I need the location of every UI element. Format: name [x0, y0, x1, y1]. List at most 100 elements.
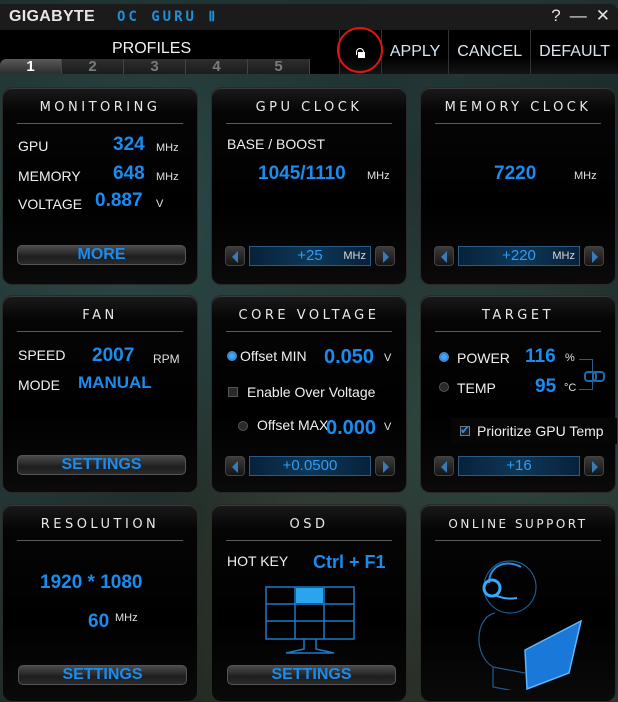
- target-offset-field[interactable]: +16: [458, 456, 580, 476]
- profile-tabs: 1 2 3 4 5: [0, 59, 310, 74]
- power-unit: %: [565, 352, 575, 364]
- increase-arrow-icon[interactable]: [375, 456, 395, 476]
- resolution-settings-button[interactable]: SETTINGS: [18, 665, 187, 685]
- decrease-arrow-icon[interactable]: [225, 456, 245, 476]
- online-support-panel[interactable]: ONLINE SUPPORT: [420, 504, 616, 702]
- profile-tab-5[interactable]: 5: [248, 59, 310, 74]
- base-boost-label: BASE / BOOST: [227, 136, 326, 152]
- title-bar: GIGABYTE OC GURU Ⅱ ? — ✕: [0, 4, 618, 30]
- divider: [17, 123, 183, 124]
- fan-speed-unit: RPM: [153, 352, 180, 366]
- refresh-unit: MHz: [115, 612, 138, 624]
- divider: [435, 540, 601, 541]
- memory-clock-unit: MHz: [574, 170, 597, 182]
- memory-clock-value: 648: [113, 163, 145, 184]
- gpu-label: GPU: [18, 138, 49, 154]
- memory-label: MEMORY: [18, 168, 81, 184]
- base-boost-value: 1045/1110: [258, 163, 346, 184]
- temp-label: TEMP: [457, 380, 496, 396]
- cancel-button[interactable]: CANCEL: [448, 30, 531, 74]
- fan-speed-value: 2007: [92, 345, 135, 366]
- annotation-circle: [336, 27, 383, 73]
- voltage-value: 0.887: [95, 190, 143, 211]
- fan-mode-value: MANUAL: [78, 373, 152, 392]
- memory-clock-unit: MHz: [156, 171, 179, 183]
- resolution-value: 1920 * 1080: [40, 572, 143, 593]
- profile-tab-3[interactable]: 3: [124, 59, 186, 74]
- osd-monitor-icon[interactable]: [264, 583, 356, 659]
- offset-min-value: 0.050: [324, 346, 375, 368]
- voltage-offset-value: +0.0500: [282, 457, 338, 474]
- minimize-icon[interactable]: —: [570, 6, 587, 26]
- divider: [226, 331, 392, 332]
- close-icon[interactable]: ✕: [596, 6, 610, 26]
- panel-title: CORE VOLTAGE: [238, 308, 380, 323]
- power-radio[interactable]: [439, 352, 449, 362]
- link-icon[interactable]: [584, 371, 605, 382]
- divider: [435, 123, 601, 124]
- offset-max-value: 0.000: [326, 417, 377, 439]
- profile-tab-4[interactable]: 4: [186, 59, 248, 74]
- decrease-arrow-icon[interactable]: [225, 246, 245, 266]
- memory-clock-panel: MEMORY CLOCK 7220 MHz +220 MHz: [420, 87, 616, 285]
- temp-value: 95: [535, 376, 557, 397]
- mode-label: MODE: [18, 377, 60, 393]
- over-voltage-label: Enable Over Voltage: [247, 384, 376, 400]
- gpu-offset-field[interactable]: +25 MHz: [249, 246, 371, 266]
- memory-clock-value: 7220: [494, 163, 537, 184]
- default-button[interactable]: DEFAULT: [530, 30, 618, 74]
- offset-max-label: Offset MAX: [257, 417, 329, 433]
- memory-offset-value: +220: [502, 247, 536, 264]
- osd-position-selected[interactable]: [296, 588, 323, 603]
- gpu-clock-unit: MHz: [156, 142, 179, 154]
- more-button[interactable]: MORE: [17, 245, 186, 265]
- panel-title: GPU CLOCK: [255, 100, 363, 115]
- osd-panel: OSD HOT KEY Ctrl + F1 SETTINGS: [211, 504, 407, 702]
- voltage-label: VOLTAGE: [18, 196, 83, 212]
- refresh-value: 60: [88, 611, 110, 632]
- support-agent-icon[interactable]: [465, 555, 595, 690]
- apply-button[interactable]: APPLY: [380, 30, 449, 74]
- offset-max-radio[interactable]: [238, 421, 248, 431]
- panel-title: MEMORY CLOCK: [444, 100, 592, 115]
- divider: [226, 540, 392, 541]
- panel-title: TARGET: [481, 308, 555, 323]
- help-icon[interactable]: ?: [551, 6, 560, 26]
- fan-panel: FAN SPEED 2007 RPM MODE MANUAL SETTINGS: [2, 295, 198, 493]
- osd-settings-button[interactable]: SETTINGS: [227, 665, 396, 685]
- divider: [17, 331, 183, 332]
- hotkey-value: Ctrl + F1: [313, 552, 386, 572]
- temp-unit: °C: [564, 382, 577, 394]
- offset-max-unit: V: [384, 421, 392, 433]
- target-offset-value: +16: [506, 457, 532, 474]
- gpu-offset-unit: MHz: [343, 250, 366, 262]
- prioritize-checkbox[interactable]: [460, 423, 470, 437]
- fan-settings-button[interactable]: SETTINGS: [17, 455, 186, 475]
- temp-radio[interactable]: [439, 382, 449, 392]
- memory-offset-field[interactable]: +220 MHz: [458, 246, 580, 266]
- lock-button[interactable]: [336, 27, 383, 74]
- gpu-clock-panel: GPU CLOCK BASE / BOOST 1045/1110 MHz +25…: [211, 87, 407, 285]
- panel-title: ONLINE SUPPORT: [448, 517, 588, 531]
- offset-min-radio[interactable]: [227, 351, 237, 361]
- increase-arrow-icon[interactable]: [584, 246, 604, 266]
- decrease-arrow-icon[interactable]: [434, 246, 454, 266]
- voltage-offset-field[interactable]: +0.0500: [249, 456, 371, 476]
- memory-offset-unit: MHz: [552, 250, 575, 262]
- toolbar-actions: APPLY CANCEL DEFAULT: [336, 27, 618, 74]
- memory-offset-stepper: +220 MHz: [434, 246, 604, 266]
- profile-tab-1[interactable]: 1: [0, 59, 62, 74]
- increase-arrow-icon[interactable]: [584, 456, 604, 476]
- panel-title: MONITORING: [39, 100, 161, 115]
- increase-arrow-icon[interactable]: [375, 246, 395, 266]
- over-voltage-checkbox[interactable]: [228, 387, 238, 397]
- brand-logo: GIGABYTE: [9, 8, 95, 25]
- divider: [435, 331, 601, 332]
- offset-min-label: Offset MIN: [240, 348, 307, 364]
- voltage-stepper: +0.0500: [225, 456, 395, 476]
- hotkey-label: HOT KEY: [227, 553, 289, 569]
- core-voltage-panel: CORE VOLTAGE Offset MIN 0.050 V Enable O…: [211, 295, 407, 493]
- profile-tab-2[interactable]: 2: [62, 59, 124, 74]
- gpu-offset-value: +25: [297, 247, 323, 264]
- decrease-arrow-icon[interactable]: [434, 456, 454, 476]
